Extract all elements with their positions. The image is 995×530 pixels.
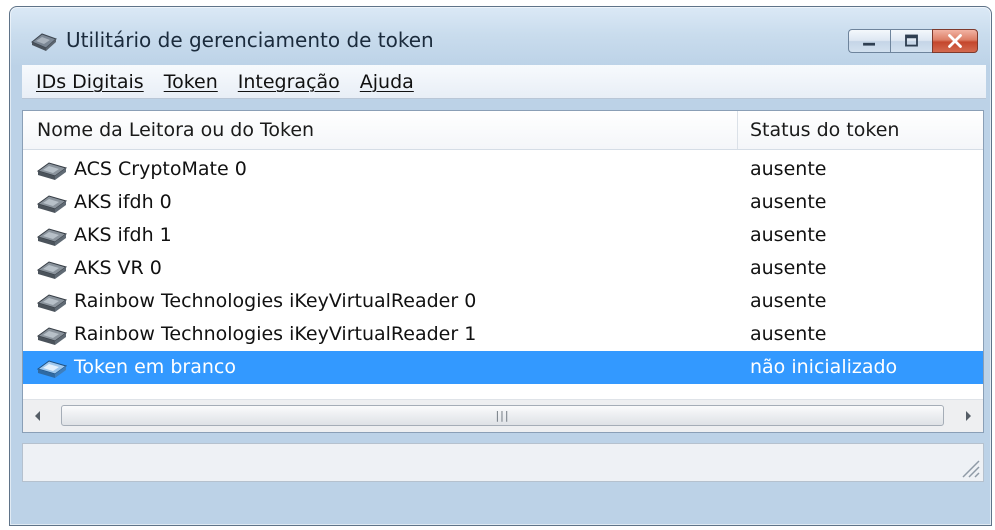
reader-icon xyxy=(36,195,68,213)
scroll-right-icon[interactable] xyxy=(953,400,983,432)
token-list: Nome da Leitora ou do Token Status do to… xyxy=(22,110,984,433)
reader-icon xyxy=(36,162,68,180)
maximize-button[interactable] xyxy=(890,29,932,53)
menu-token[interactable]: Token xyxy=(164,71,218,93)
row-name: Rainbow Technologies iKeyVirtualReader 0 xyxy=(74,290,477,312)
row-name: ACS CryptoMate 0 xyxy=(74,158,247,180)
menu-integracao[interactable]: Integração xyxy=(238,71,340,93)
close-icon xyxy=(948,34,962,48)
list-row[interactable]: AKS ifdh 1 ausente xyxy=(23,219,983,252)
row-name: AKS VR 0 xyxy=(74,257,162,279)
reader-icon xyxy=(36,261,68,279)
grip-icon: ||| xyxy=(495,409,510,422)
reader-icon xyxy=(36,327,68,345)
row-status: não inicializado xyxy=(750,356,898,378)
row-status: ausente xyxy=(750,224,827,246)
list-header: Nome da Leitora ou do Token Status do to… xyxy=(23,111,983,150)
menu-ids-digitais[interactable]: IDs Digitais xyxy=(36,71,144,93)
maximize-icon xyxy=(905,34,918,47)
scroll-left-icon[interactable] xyxy=(23,400,53,432)
row-status: ausente xyxy=(750,191,827,213)
token-icon xyxy=(36,360,68,378)
close-button[interactable] xyxy=(932,29,978,53)
column-header-status[interactable]: Status do token xyxy=(750,111,899,149)
list-row[interactable]: ACS CryptoMate 0 ausente xyxy=(23,153,983,186)
row-status: ausente xyxy=(750,158,827,180)
reader-icon xyxy=(36,294,68,312)
token-utility-window: Utilitário de gerenciamento de token IDs… xyxy=(9,6,992,526)
column-divider[interactable] xyxy=(737,111,738,149)
menu-ajuda[interactable]: Ajuda xyxy=(360,71,414,93)
list-row[interactable]: Rainbow Technologies iKeyVirtualReader 1… xyxy=(23,318,983,351)
row-status: ausente xyxy=(750,323,827,345)
status-bar xyxy=(22,443,984,482)
reader-icon xyxy=(36,228,68,246)
token-utility-icon xyxy=(31,33,57,51)
row-status: ausente xyxy=(750,290,827,312)
minimize-button[interactable] xyxy=(848,29,890,53)
menu-bar: IDs Digitais Token Integração Ajuda xyxy=(22,65,986,99)
row-name: AKS ifdh 1 xyxy=(74,224,172,246)
list-rows: ACS CryptoMate 0 ausente AKS ifdh 0 ause… xyxy=(23,153,983,384)
list-row[interactable]: AKS VR 0 ausente xyxy=(23,252,983,285)
caption-buttons xyxy=(848,29,978,55)
column-header-name[interactable]: Nome da Leitora ou do Token xyxy=(37,111,314,149)
horizontal-scrollbar[interactable]: ||| xyxy=(23,399,983,432)
resize-grip-icon[interactable] xyxy=(955,453,981,479)
scroll-thumb[interactable]: ||| xyxy=(61,405,944,426)
list-row[interactable]: Rainbow Technologies iKeyVirtualReader 0… xyxy=(23,285,983,318)
title-bar[interactable]: Utilitário de gerenciamento de token xyxy=(10,7,991,65)
row-name: AKS ifdh 0 xyxy=(74,191,172,213)
row-name: Rainbow Technologies iKeyVirtualReader 1 xyxy=(74,323,477,345)
row-status: ausente xyxy=(750,257,827,279)
list-row-selected[interactable]: Token em branco não inicializado xyxy=(23,351,983,384)
minimize-icon xyxy=(863,42,875,46)
row-name: Token em branco xyxy=(74,356,236,378)
list-row[interactable]: AKS ifdh 0 ausente xyxy=(23,186,983,219)
window-title: Utilitário de gerenciamento de token xyxy=(66,28,434,52)
